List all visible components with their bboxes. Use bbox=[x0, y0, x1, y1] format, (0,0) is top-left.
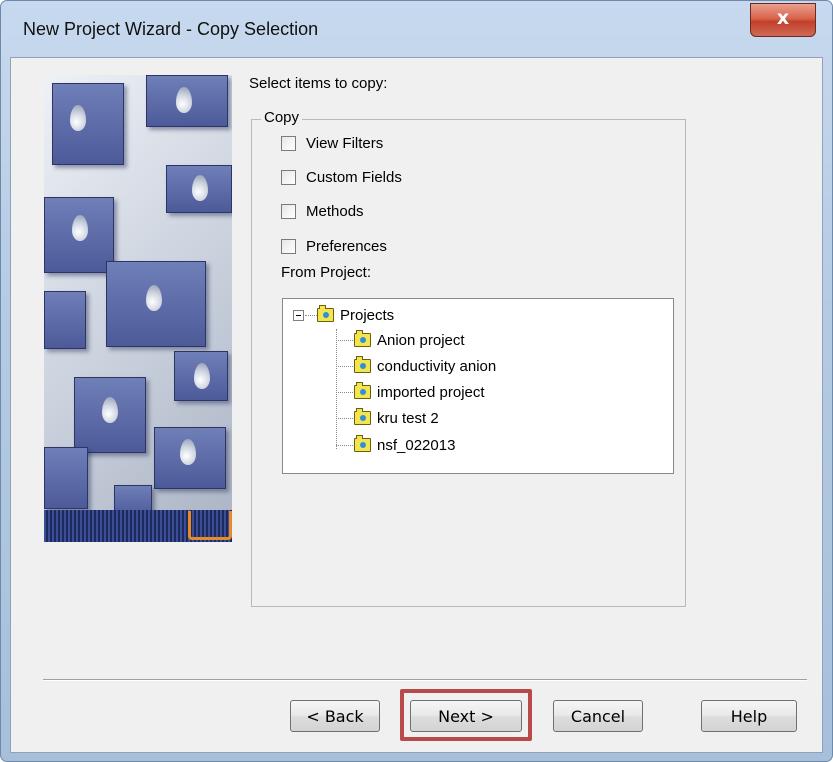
wizard-banner-image bbox=[44, 75, 232, 542]
custom-fields-checkbox[interactable] bbox=[281, 169, 296, 185]
folder-icon bbox=[354, 330, 371, 347]
folder-icon bbox=[354, 408, 371, 425]
collapse-icon[interactable] bbox=[293, 310, 304, 321]
close-icon[interactable]: x bbox=[751, 7, 815, 29]
wizard-window: New Project Wizard - Copy Selection x Se… bbox=[0, 0, 833, 762]
from-project-label: From Project: bbox=[281, 264, 372, 281]
preferences-checkbox[interactable] bbox=[281, 238, 296, 254]
view-filters-option[interactable]: View Filters bbox=[281, 132, 383, 154]
tree-item-imported-project[interactable]: imported project bbox=[354, 381, 485, 403]
help-button[interactable]: Help bbox=[701, 700, 797, 732]
button-separator bbox=[43, 679, 807, 681]
tree-item-kru-test-2[interactable]: kru test 2 bbox=[354, 407, 439, 429]
tree-node-label[interactable]: conductivity anion bbox=[377, 358, 496, 375]
tree-item-nsf-022013[interactable]: nsf_022013 bbox=[354, 434, 455, 456]
view-filters-label[interactable]: View Filters bbox=[306, 135, 383, 152]
preferences-option[interactable]: Preferences bbox=[281, 235, 387, 257]
folder-icon bbox=[354, 435, 371, 452]
title-bar[interactable]: New Project Wizard - Copy Selection x bbox=[1, 1, 832, 57]
close-button[interactable]: x bbox=[750, 3, 816, 37]
preferences-label[interactable]: Preferences bbox=[306, 238, 387, 255]
window-title: New Project Wizard - Copy Selection bbox=[23, 19, 319, 39]
cancel-button[interactable]: Cancel bbox=[553, 700, 643, 732]
tree-node-label[interactable]: Anion project bbox=[377, 332, 465, 349]
copy-group-legend: Copy bbox=[261, 109, 303, 126]
folder-icon bbox=[354, 356, 371, 373]
custom-fields-option[interactable]: Custom Fields bbox=[281, 166, 402, 188]
view-filters-checkbox[interactable] bbox=[281, 135, 296, 151]
tree-root-projects[interactable]: Projects bbox=[317, 304, 394, 326]
tree-node-label[interactable]: nsf_022013 bbox=[377, 437, 455, 454]
methods-checkbox[interactable] bbox=[281, 203, 296, 219]
next-button-highlight bbox=[400, 689, 532, 741]
tree-item-conductivity-anion[interactable]: conductivity anion bbox=[354, 355, 496, 377]
instruction-label: Select items to copy: bbox=[249, 75, 388, 92]
project-tree[interactable]: Projects Anion project conductivity anio… bbox=[282, 298, 674, 474]
dialog-body: Select items to copy: Copy View Filters … bbox=[10, 57, 823, 753]
folder-icon bbox=[317, 305, 334, 322]
tree-node-label[interactable]: imported project bbox=[377, 384, 485, 401]
custom-fields-label[interactable]: Custom Fields bbox=[306, 169, 402, 186]
tree-node-label[interactable]: Projects bbox=[340, 307, 394, 324]
folder-icon bbox=[354, 382, 371, 399]
methods-label[interactable]: Methods bbox=[306, 203, 364, 220]
back-button[interactable]: < Back bbox=[290, 700, 380, 732]
methods-option[interactable]: Methods bbox=[281, 200, 364, 222]
tree-node-label[interactable]: kru test 2 bbox=[377, 410, 439, 427]
tree-item-anion-project[interactable]: Anion project bbox=[354, 329, 465, 351]
